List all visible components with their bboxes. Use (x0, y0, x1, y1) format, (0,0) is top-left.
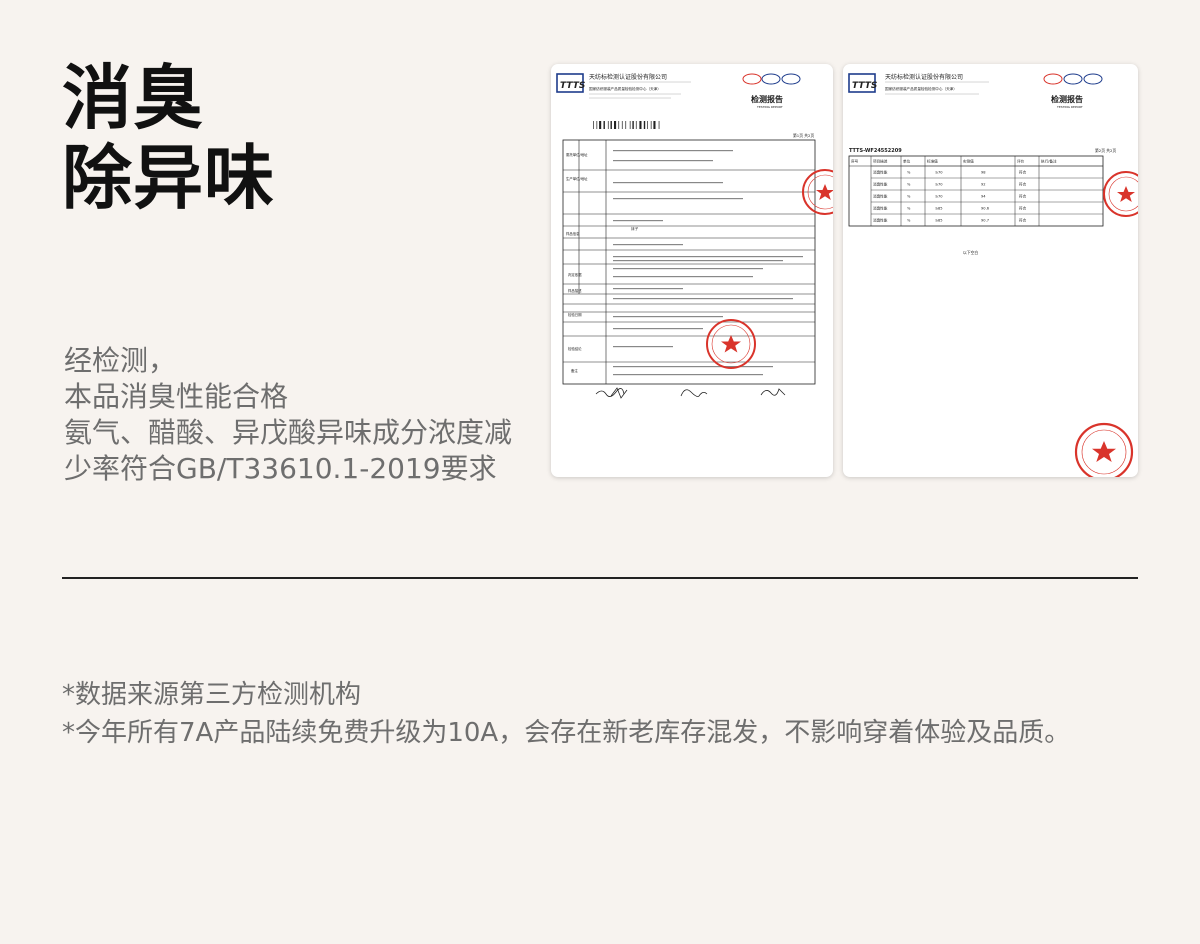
results-cell: 消臭性能 (873, 170, 888, 175)
sample-name: 袜子 (631, 226, 639, 231)
barcode (593, 121, 660, 129)
results-cell: ≥70 (935, 183, 943, 187)
report-org-name: 天纺标检测认证股份有限公司 (885, 73, 963, 81)
results-header-cell: 项目描述 (873, 159, 888, 164)
ilac-mark-icon (761, 73, 781, 85)
report-title-en: TESTING REPORT (1056, 105, 1083, 109)
description-label: 样品描述 (568, 288, 582, 293)
description-line-3: 氨气、醋酸、异戊酸异味成分浓度减 (64, 416, 513, 449)
page-1-label: 第1页 共2页 (793, 133, 814, 138)
results-cell: ≥85 (935, 219, 943, 223)
report-number: TTTS-WF24552209 (849, 148, 902, 154)
report-org-name: 天纺标检测认证股份有限公司 (589, 73, 667, 81)
official-stamp-icon (1074, 422, 1134, 477)
results-cell: ≥70 (935, 195, 943, 199)
results-header-cell: 标准值 (927, 159, 938, 164)
results-cell: 符合 (1019, 170, 1027, 175)
producer-label: 生产单位/地址 (566, 176, 588, 181)
signatures (595, 387, 786, 399)
title-block: 消臭 除异味 (62, 58, 462, 218)
report-logo-text: TTTS (852, 81, 877, 91)
report-title: 检测报告 (1051, 94, 1083, 104)
results-header-cell: 评价 (1017, 159, 1025, 164)
results-header-cell: 序号 (851, 159, 859, 164)
results-cell: % (907, 171, 911, 175)
results-cell: 符合 (1019, 206, 1027, 211)
description-line-4: 少率符合GB/T33610.1-2019要求 (64, 452, 497, 485)
page-2-label: 第2页 共2页 (1095, 148, 1116, 153)
footnote-data-source: *数据来源第三方检测机构 (62, 680, 362, 710)
results-cell: 符合 (1019, 218, 1027, 223)
test-report-page-2: TTTS 天纺标检测认证股份有限公司 国家纺织服装产品质量检验检测中心（天津） … (843, 64, 1138, 477)
official-stamp-icon (1103, 171, 1138, 217)
section-divider (62, 577, 1138, 579)
results-header-cell: 单位 (903, 159, 911, 164)
title-line-1: 消臭 (62, 57, 204, 139)
results-header-cell: 执行/备注 (1041, 159, 1057, 164)
results-cell: % (907, 219, 911, 223)
report-logo-text: TTTS (560, 81, 585, 91)
results-cell: 符合 (1019, 194, 1027, 199)
end-of-report-label: 以下空白 (963, 250, 978, 255)
report-title: 检测报告 (751, 94, 783, 104)
standard-label: 判定依据 (568, 272, 582, 277)
client-label: 委托单位/地址 (566, 152, 588, 157)
results-cell: 90.6 (981, 207, 990, 211)
footnotes: *数据来源第三方检测机构 *今年所有7A产品陆续免费升级为10A，会存在新老库存… (62, 676, 1192, 752)
results-cell: 消臭性能 (873, 194, 888, 199)
description-line-1: 经检测， (64, 344, 177, 377)
results-header-cell: 实测值 (963, 159, 974, 164)
results-cell: 98 (981, 171, 986, 175)
footnote-upgrade-notice: *今年所有7A产品陆续免费升级为10A，会存在新老库存混发，不影响穿着体验及品质… (62, 718, 1071, 748)
description-line-2: 本品消臭性能合格 (64, 380, 289, 413)
conclusion-label: 检验结论 (568, 346, 582, 351)
results-cell: 94 (981, 195, 986, 199)
description-block: 经检测， 本品消臭性能合格 氨气、醋酸、异戊酸异味成分浓度减 少率符合GB/T3… (64, 343, 544, 487)
cnas-mark-icon (781, 73, 801, 85)
results-table: 序号 项目描述 单位 标准值 实测值 评价 执行/备注消臭性能% ≥70 98 符合消臭性能% ≥7… (848, 155, 1104, 227)
results-cell: 90.7 (981, 219, 989, 223)
test-report-page-1: TTTS 天纺标检测认证股份有限公司 国家纺织服装产品质量检验检测中心（天津） … (551, 64, 833, 477)
results-cell: 符合 (1019, 182, 1027, 187)
results-cell: ≥70 (935, 171, 943, 175)
official-stamp-icon (706, 319, 756, 369)
results-cell: % (907, 183, 911, 187)
report-table-page-1 (562, 139, 816, 385)
report-title-en: TESTING REPORT (756, 105, 783, 109)
results-cell: % (907, 207, 911, 211)
results-cell: 消臭性能 (873, 218, 888, 223)
ilac-mark-icon (1063, 73, 1083, 85)
sample-info-label: 样品信息 (566, 231, 580, 236)
results-cell: 消臭性能 (873, 206, 888, 211)
results-cell: ≥85 (935, 207, 943, 211)
results-cell: % (907, 195, 911, 199)
title-line-2: 除异味 (62, 137, 275, 219)
results-cell: 消臭性能 (873, 182, 888, 187)
report-center-name: 国家纺织服装产品质量检验检测中心（天津） (885, 86, 957, 91)
cma-mark-icon (742, 73, 762, 85)
results-cell: 92 (981, 183, 986, 187)
remarks-label: 备注 (571, 368, 578, 373)
cma-mark-icon (1043, 73, 1063, 85)
report-center-name: 国家纺织服装产品质量检验检测中心（天津） (589, 86, 661, 91)
date-label: 检验日期 (568, 312, 582, 317)
cnas-mark-icon (1083, 73, 1103, 85)
